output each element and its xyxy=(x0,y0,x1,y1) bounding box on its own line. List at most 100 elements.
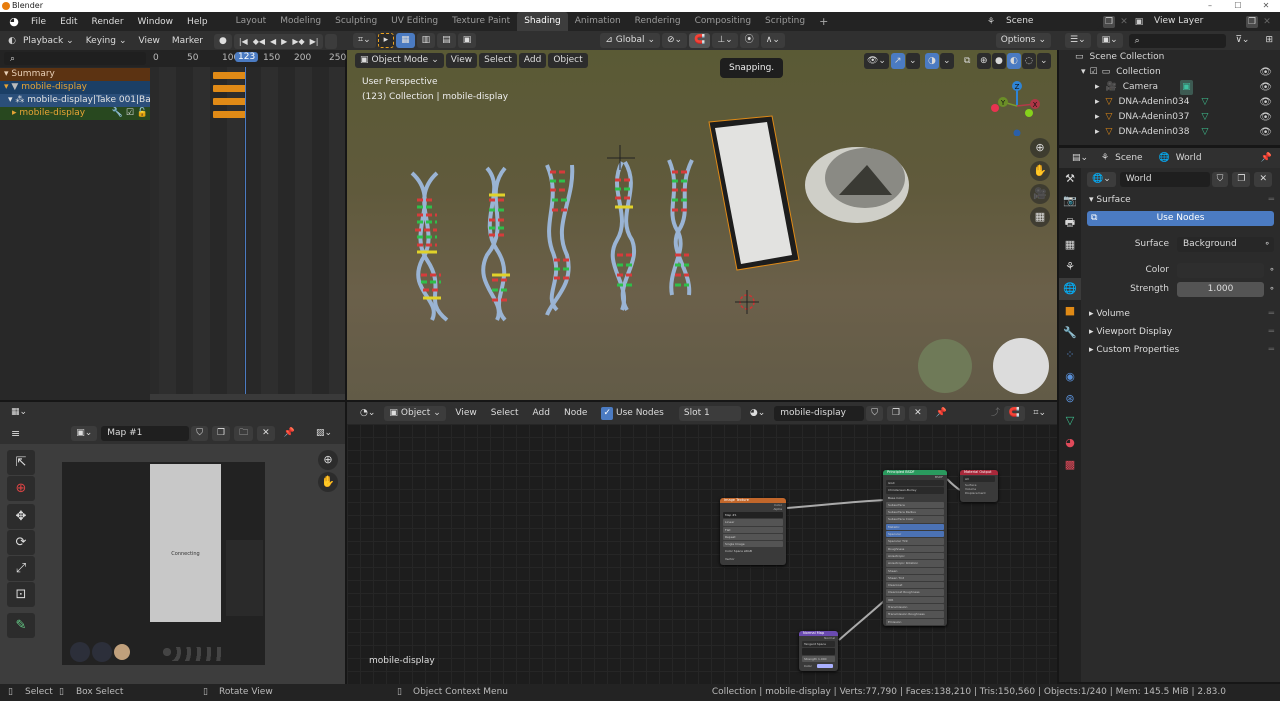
checkbox-icon[interactable]: ☑ xyxy=(1090,65,1098,80)
editor-type-icon[interactable]: ◐ xyxy=(6,35,18,47)
tab-view-layer-icon[interactable]: ▦ xyxy=(1059,234,1081,256)
tab-rendering[interactable]: Rendering xyxy=(628,12,688,31)
lock-icon[interactable]: 🔓 xyxy=(137,108,148,118)
record-button[interactable]: ● xyxy=(213,33,232,49)
use-nodes-checkbox[interactable]: ✓ Use Nodes xyxy=(596,406,668,421)
link-normal-to-normal[interactable] xyxy=(838,599,886,641)
breadcrumb-scene[interactable]: Scene xyxy=(1115,153,1142,163)
surface-panel-header[interactable]: ▾ Surface ═ xyxy=(1081,191,1280,209)
viewport-display-panel-header[interactable]: ▸ Viewport Display ═ xyxy=(1081,323,1280,341)
tab-animation[interactable]: Animation xyxy=(568,12,628,31)
minimize-button[interactable]: – xyxy=(1196,0,1224,12)
channel-object[interactable]: ▾ ▼ mobile-display xyxy=(0,81,150,94)
tab-physics-icon[interactable]: ◉ xyxy=(1059,366,1081,388)
bsdf-input-row[interactable]: IOR xyxy=(886,596,944,604)
pan-view-icon[interactable]: ✋ xyxy=(318,472,338,492)
visibility-eye-icon[interactable]: 👁 xyxy=(1259,110,1272,125)
mesh-data-icon[interactable]: ▽ xyxy=(1201,125,1208,140)
visibility-eye-icon[interactable]: 👁 xyxy=(1259,125,1272,140)
dna-helix[interactable] xyxy=(667,159,694,296)
fake-user-icon[interactable]: ⛉ xyxy=(1211,172,1229,187)
play-icon[interactable]: ▶ xyxy=(281,35,287,48)
select-mode-extend-icon[interactable]: ▥ xyxy=(416,33,436,48)
menu-edit[interactable]: Edit xyxy=(53,17,84,27)
bsdf-input-row[interactable]: Specular Tint xyxy=(886,538,944,545)
channel-group[interactable]: ▸ mobile-display 🔧 ☑ 🔓 xyxy=(0,107,150,120)
node-dropdown[interactable]: GGX xyxy=(886,480,944,487)
select-mode-new-icon[interactable]: ▦ xyxy=(396,33,415,48)
bsdf-input-row[interactable]: Subsurface Color xyxy=(886,516,944,523)
pin-icon[interactable]: 📌 xyxy=(279,426,300,441)
node-dropdown[interactable]: Tangent Space xyxy=(802,641,835,648)
dna-helix[interactable] xyxy=(545,164,575,316)
world-browse-icon[interactable]: 🌐⌄ xyxy=(1087,172,1116,187)
keyframe-range[interactable] xyxy=(213,98,246,105)
tab-texture-icon[interactable]: ▩ xyxy=(1059,454,1081,476)
shader-type-dropdown[interactable]: ▣ Object ⌄ xyxy=(384,405,447,421)
annotate-tool-icon[interactable]: ✎ xyxy=(7,613,35,638)
unlink-image-icon[interactable]: ✕ xyxy=(257,425,275,441)
color-swatch[interactable] xyxy=(817,663,833,668)
breadcrumb-world[interactable]: World xyxy=(1176,153,1202,163)
editor-type-icon[interactable]: ▦⌄ xyxy=(6,405,32,420)
keyframe-range[interactable] xyxy=(213,85,246,92)
volume-panel-header[interactable]: ▸ Volume ═ xyxy=(1081,305,1280,323)
new-view-layer-icon[interactable]: ❐ xyxy=(1246,15,1258,28)
uv-map-field[interactable] xyxy=(802,648,835,655)
editor-type-icon[interactable]: ⌗⌄ xyxy=(353,33,376,48)
tab-tool-icon[interactable]: ⚒ xyxy=(1059,168,1081,190)
checkbox-icon[interactable]: ☑ xyxy=(126,108,134,118)
bsdf-input-row[interactable]: Roughness xyxy=(886,545,944,552)
prev-keyframe-icon[interactable]: ◆◀ xyxy=(253,35,265,48)
display-channels-dropdown[interactable]: ▨⌄ xyxy=(311,426,337,441)
material-name-field[interactable]: mobile-display xyxy=(774,405,865,421)
bsdf-input-row[interactable]: Metallic xyxy=(886,523,944,531)
image-texture-node[interactable]: Image Texture Color Alpha Map #1 Linear … xyxy=(720,498,786,565)
wrench-icon[interactable]: 🔧 xyxy=(112,108,123,118)
tab-output-icon[interactable]: 🖶 xyxy=(1059,212,1081,234)
proportional-edit-toggle[interactable]: ⦿ xyxy=(739,33,759,48)
rotate-tool-icon[interactable]: ⟳ xyxy=(7,530,35,555)
tab-uv-editing[interactable]: UV Editing xyxy=(384,12,445,31)
outliner-item[interactable]: ▸ ▽ DNA-Adenin037 ▽ 👁 xyxy=(1059,110,1280,125)
visibility-eye-icon[interactable]: 👁 xyxy=(1259,80,1272,95)
drag-grip-icon[interactable]: ═ xyxy=(1269,305,1274,323)
close-button[interactable]: ✕ xyxy=(1252,0,1280,12)
bsdf-input-row[interactable]: Clearcoat Roughness xyxy=(886,589,944,596)
outliner-editor-type[interactable]: ☰⌄ xyxy=(1065,33,1091,48)
fake-user-icon[interactable]: ⛉ xyxy=(866,405,884,421)
editor-type-icon[interactable]: ◔⌄ xyxy=(355,406,380,421)
tab-scene-icon[interactable]: ⚘ xyxy=(1059,256,1081,278)
node-menu-view[interactable]: View xyxy=(450,406,481,421)
display-mode-dropdown[interactable]: ▣⌄ xyxy=(1096,33,1123,48)
mesh-data-icon[interactable]: ▽ xyxy=(1201,95,1208,110)
snap-target-dropdown[interactable]: ⊥⌄ xyxy=(712,33,738,48)
zoom-view-icon[interactable]: ⊕ xyxy=(318,450,338,470)
dna-helix[interactable] xyxy=(481,166,510,322)
hamburger-menu-icon[interactable]: ≡ xyxy=(6,426,25,441)
link-socket-icon[interactable]: ∘ xyxy=(1264,265,1280,275)
outliner-root[interactable]: ▭ Scene Collection xyxy=(1059,50,1280,65)
tab-layout[interactable]: Layout xyxy=(229,12,274,31)
principled-bsdf-node[interactable]: Principled BSDF BSDF GGX Christensen-Bur… xyxy=(883,470,947,626)
orientation-dropdown[interactable]: ⊿ Global ⌄ xyxy=(600,33,661,48)
tab-object-icon[interactable]: ■ xyxy=(1059,300,1081,322)
3d-viewport[interactable]: ▣ Object Mode ⌄ View Select Add Object Use… xyxy=(347,50,1057,400)
add-workspace-button[interactable]: + xyxy=(812,12,835,31)
pin-icon[interactable]: 📌 xyxy=(931,406,952,421)
tab-modeling[interactable]: Modeling xyxy=(273,12,328,31)
menu-file[interactable]: File xyxy=(24,17,53,27)
snap-mode-dropdown[interactable]: ⌗⌄ xyxy=(1028,406,1051,421)
options-dropdown[interactable]: Options ⌄ xyxy=(995,33,1051,48)
menu-render[interactable]: Render xyxy=(85,17,131,27)
node-dropdown[interactable]: Christensen-Burley xyxy=(886,487,944,494)
snap-toggle[interactable]: 🧲 xyxy=(1003,405,1025,421)
node-dropdown[interactable]: Linear xyxy=(723,519,783,526)
strength-field[interactable]: 1.000 xyxy=(1177,281,1264,297)
new-collection-icon[interactable]: ⊞ xyxy=(1260,33,1278,48)
tab-constraints-icon[interactable]: ⊛ xyxy=(1059,388,1081,410)
node-dropdown[interactable]: All xyxy=(963,476,995,483)
link-bsdf-to-surface[interactable] xyxy=(946,478,961,491)
outliner-item[interactable]: ▸ ▽ DNA-Adenin038 ▽ 👁 xyxy=(1059,125,1280,140)
menu-window[interactable]: Window xyxy=(131,17,181,27)
